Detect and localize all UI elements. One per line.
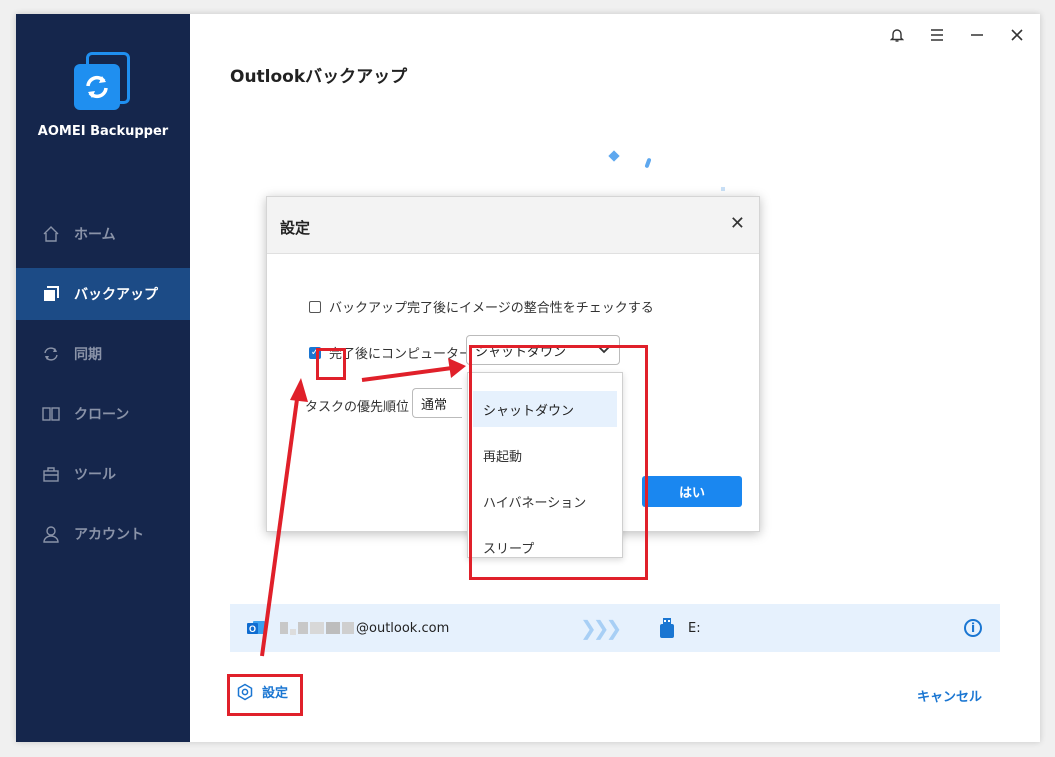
dialog-title: 設定 (280, 219, 311, 237)
source-item[interactable]: O @outlook.com (246, 618, 449, 638)
sync-icon (40, 343, 62, 365)
email-redacted (280, 621, 356, 635)
app-logo (74, 52, 134, 110)
sidebar-item-clone[interactable]: クローン (16, 388, 190, 440)
bell-icon[interactable] (884, 24, 910, 46)
clone-icon (40, 403, 62, 425)
check-integrity-label: バックアップ完了後にイメージの整合性をチェックする (329, 301, 654, 316)
sidebar: AOMEI Backupper ホーム バックアップ 同期 クローン ツール ア… (16, 14, 190, 742)
backup-path-bar: O @outlook.com ❯❯❯ E: i (230, 604, 1000, 652)
priority-row: タスクの優先順位 (305, 396, 409, 415)
usb-drive-icon (660, 618, 674, 638)
tools-icon (40, 463, 62, 485)
source-email: @outlook.com (356, 620, 450, 636)
destination-label: E: (688, 620, 701, 636)
dialog-header: 設定 ✕ (267, 197, 759, 254)
sidebar-item-label: クローン (74, 407, 130, 423)
outlook-icon: O (247, 621, 265, 634)
minimize-icon[interactable] (964, 24, 990, 46)
close-icon[interactable]: ✕ (730, 213, 745, 234)
check-integrity-checkbox[interactable] (309, 300, 321, 313)
sidebar-item-label: ホーム (74, 227, 116, 243)
loading-dot (644, 157, 652, 169)
close-icon[interactable] (1004, 24, 1030, 46)
after-complete-label: 完了後にコンピューターを (329, 347, 486, 362)
app-name: AOMEI Backupper (37, 124, 169, 139)
sidebar-item-account[interactable]: アカウント (16, 508, 190, 560)
highlight-checkbox (316, 348, 346, 380)
info-icon[interactable]: i (964, 619, 982, 637)
sidebar-item-label: アカウント (74, 527, 144, 543)
backup-icon (40, 283, 62, 305)
priority-select[interactable]: 通常 (412, 388, 462, 418)
sidebar-item-label: ツール (74, 467, 116, 483)
sidebar-item-tools[interactable]: ツール (16, 448, 190, 500)
sidebar-item-backup[interactable]: バックアップ (16, 268, 190, 320)
sidebar-item-home[interactable]: ホーム (16, 208, 190, 260)
title-bar-controls (884, 24, 1030, 46)
destination-item[interactable]: E: (658, 617, 701, 639)
sidebar-item-label: 同期 (74, 347, 102, 363)
menu-icon[interactable] (924, 24, 950, 46)
account-icon (40, 523, 62, 545)
page-title: Outlookバックアップ (230, 67, 408, 87)
sidebar-item-label: バックアップ (74, 287, 158, 303)
priority-value: 通常 (421, 397, 448, 413)
check-integrity-row[interactable]: バックアップ完了後にイメージの整合性をチェックする (309, 297, 654, 316)
loading-dot (608, 150, 620, 162)
priority-label: タスクの優先順位 (305, 400, 410, 415)
ok-button[interactable]: はい (642, 476, 742, 507)
highlight-settings (227, 674, 303, 716)
chevrons-right-icon: ❯❯❯ (580, 616, 622, 640)
home-icon (40, 223, 62, 245)
highlight-dropdown (469, 345, 648, 580)
loading-dot (721, 187, 725, 191)
svg-text:O: O (249, 624, 256, 634)
sidebar-item-sync[interactable]: 同期 (16, 328, 190, 380)
cancel-button[interactable]: キャンセル (917, 686, 982, 705)
